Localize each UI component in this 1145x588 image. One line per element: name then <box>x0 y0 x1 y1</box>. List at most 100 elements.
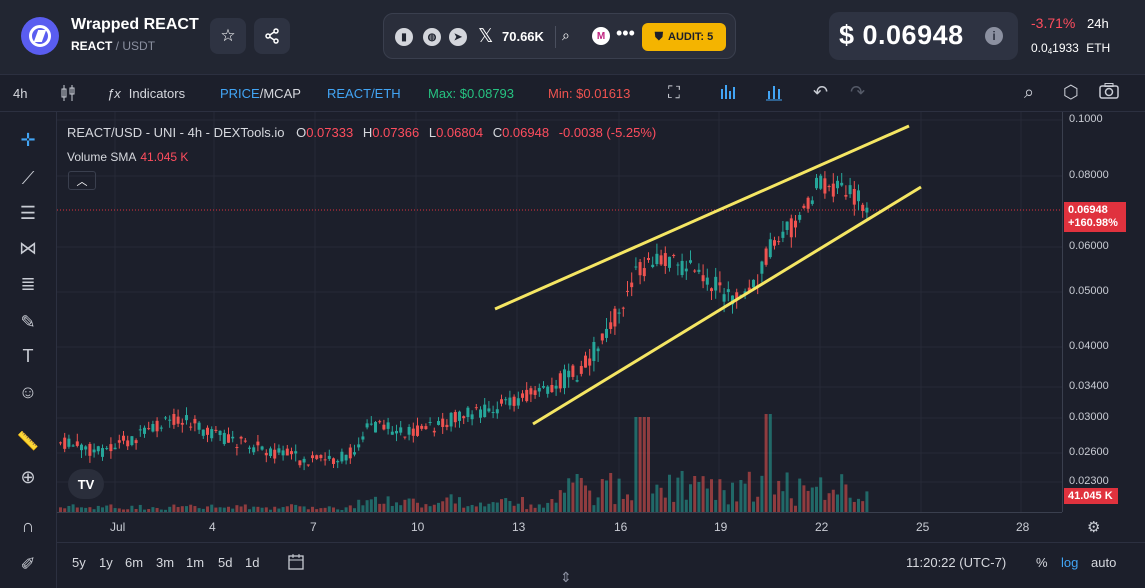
range-button-5y[interactable]: 5y <box>72 555 86 570</box>
range-button-1y[interactable]: 1y <box>99 555 113 570</box>
volume-bar <box>773 494 776 512</box>
volume-bar <box>445 497 449 512</box>
tradingview-logo[interactable]: TV <box>68 469 104 499</box>
candle-body <box>491 412 495 414</box>
candle-body <box>168 419 172 421</box>
candle-body <box>294 451 298 454</box>
more-icon[interactable]: ••• <box>616 23 635 44</box>
percent-toggle[interactable]: % <box>1036 555 1048 570</box>
candle-body <box>231 436 235 439</box>
website-globe-icon[interactable]: ◍ <box>423 28 441 46</box>
candle-body <box>592 341 596 362</box>
range-button-1m[interactable]: 1m <box>186 555 204 570</box>
camera-icon[interactable] <box>1099 83 1119 102</box>
x-twitter-icon[interactable]: 𝕏 <box>478 25 493 48</box>
bar-chart-icon[interactable] <box>719 83 737 104</box>
favorite-star-button[interactable]: ☆ <box>210 18 246 54</box>
candle-body <box>185 415 188 421</box>
ruler-icon[interactable]: 📏 <box>16 429 40 453</box>
candle-body <box>663 253 667 266</box>
chart-legend: REACT/USD - UNI - 4h - DEXTools.io O0.07… <box>67 125 657 140</box>
candle-body <box>122 435 125 441</box>
candle-body <box>571 365 575 377</box>
interval-selector[interactable]: 4h <box>13 86 27 101</box>
candle-body <box>395 430 398 434</box>
candle-body <box>781 231 785 238</box>
search-icon[interactable]: ⌕ <box>562 27 570 44</box>
candle-body <box>193 418 197 424</box>
price-chart[interactable] <box>57 112 1062 512</box>
crosshair-search-icon[interactable]: ⌕ <box>1024 82 1034 103</box>
telegram-icon[interactable]: ➤ <box>449 28 467 46</box>
info-icon[interactable]: i <box>985 27 1003 45</box>
volume-bar <box>348 505 352 512</box>
trendline-tool-icon[interactable]: ⟋ <box>16 166 40 190</box>
audit-badge-button[interactable]: ⛊ AUDIT: 5 <box>642 23 726 51</box>
candle-body <box>483 404 487 418</box>
price-change: -3.71% <box>1031 15 1076 31</box>
candle-body <box>353 452 356 455</box>
candle-body <box>319 455 323 459</box>
x-axis-label: 13 <box>512 520 526 534</box>
moonwalk-icon[interactable]: M <box>592 27 610 45</box>
redo-icon[interactable]: ↷ <box>850 82 865 103</box>
candle-body <box>92 449 96 453</box>
log-toggle[interactable]: log <box>1061 555 1078 570</box>
candle-body <box>67 438 71 447</box>
resize-handle-icon[interactable]: ⇕ <box>560 569 572 586</box>
time-axis[interactable] <box>57 512 1062 542</box>
volume-bar <box>554 502 558 512</box>
auto-toggle[interactable]: auto <box>1091 555 1116 570</box>
y-axis-label: 0.03000 <box>1069 411 1109 423</box>
indicators-button[interactable]: ƒx Indicators <box>107 86 185 101</box>
share-button[interactable] <box>254 18 290 54</box>
candle-body <box>306 464 310 466</box>
volume-bar <box>395 502 398 512</box>
brush-tool-icon[interactable]: ✎ <box>16 310 40 334</box>
horizontal-lines-icon[interactable]: ☰ <box>16 201 40 225</box>
settings-icon[interactable]: ⚙ <box>1087 518 1100 536</box>
fullscreen-icon[interactable]: ⛶ <box>668 83 680 103</box>
lock-drawing-icon[interactable]: ✐ <box>16 552 40 576</box>
candle-body <box>668 256 671 268</box>
range-button-1d[interactable]: 1d <box>245 555 259 570</box>
candle-body <box>693 270 697 272</box>
candle-body <box>579 365 583 374</box>
range-button-6m[interactable]: 6m <box>125 555 143 570</box>
candle-body <box>441 418 445 427</box>
dextools-chart-icon[interactable]: ▮ <box>395 28 413 46</box>
candle-body <box>659 255 663 265</box>
zoom-in-icon[interactable]: ⊕ <box>16 465 40 489</box>
volume-bar <box>651 493 655 512</box>
volume-bar <box>815 486 818 512</box>
volume-chart-icon[interactable] <box>765 83 783 104</box>
candle-body <box>819 175 823 189</box>
pattern-tool-icon[interactable]: ⋈ <box>16 236 40 260</box>
candle-body <box>63 437 67 449</box>
candle-body <box>857 190 860 202</box>
settings-gear-icon[interactable]: ⬡ <box>1063 82 1079 103</box>
text-tool-icon[interactable]: T <box>16 344 40 368</box>
date-range-calendar-icon[interactable] <box>287 553 305 574</box>
candle-body <box>512 396 516 406</box>
emoji-icon[interactable]: ☺ <box>16 380 40 404</box>
magnet-icon[interactable]: ∩ <box>16 514 40 538</box>
range-button-3m[interactable]: 3m <box>156 555 174 570</box>
x-axis-label: Jul <box>110 520 126 534</box>
fibonacci-tool-icon[interactable]: ≣ <box>16 272 40 296</box>
clock-timezone[interactable]: 11:20:22 (UTC-7) <box>906 555 1006 570</box>
candle-body <box>558 373 562 389</box>
volume-bar <box>865 491 869 512</box>
y-axis-label: 0.05000 <box>1069 285 1109 297</box>
volume-bar <box>558 490 562 512</box>
pair-toggle[interactable]: REACT/ETH <box>327 86 401 101</box>
candle-type-button[interactable] <box>60 84 76 105</box>
range-button-5d[interactable]: 5d <box>218 555 232 570</box>
legend-open: 0.07333 <box>306 125 354 140</box>
price-mcap-toggle[interactable]: PRICE/MCAP <box>220 86 301 101</box>
undo-icon[interactable]: ↶ <box>813 82 828 103</box>
crosshair-icon[interactable]: ✛ <box>16 128 40 152</box>
candle-body <box>344 454 348 461</box>
collapse-legend-button[interactable]: ︿ <box>68 171 96 190</box>
legend-symbol: REACT/USD - UNI - 4h - DEXTools.io <box>67 125 285 140</box>
